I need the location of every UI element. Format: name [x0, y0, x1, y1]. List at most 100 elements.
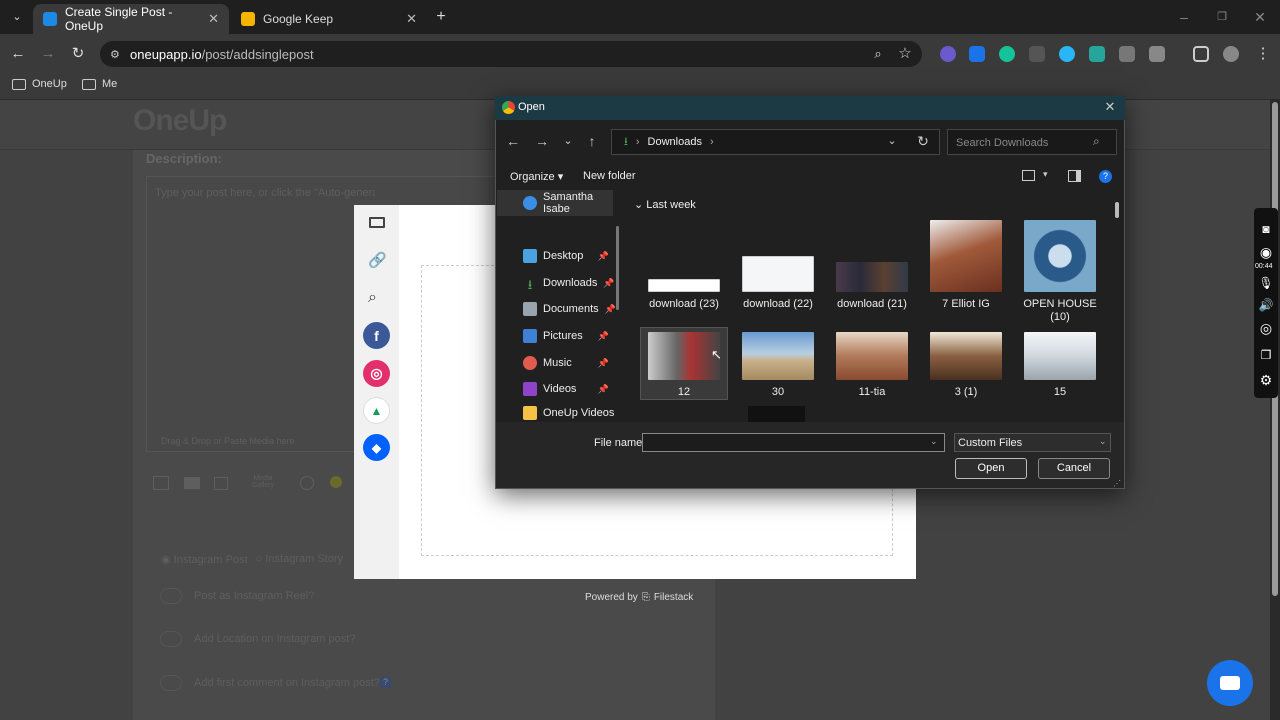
ig-post-option[interactable]: ◉ Instagram Post	[161, 553, 248, 566]
resize-grip-icon[interactable]: ⋰	[1113, 479, 1121, 488]
file-thumbnail-partial[interactable]	[748, 406, 805, 422]
camera-icon[interactable]: ◙	[1256, 222, 1276, 242]
group-header-last-week[interactable]: ⌄ Last week	[634, 198, 696, 211]
dialog-back-icon[interactable]: ←	[503, 131, 523, 151]
menu-icon[interactable]: ⋮	[1253, 44, 1273, 64]
ig-story-option[interactable]: ○ Instagram Story	[256, 553, 343, 566]
file-name-input[interactable]	[642, 433, 945, 452]
speaker-icon[interactable]: 🔊	[1256, 298, 1276, 318]
extension-icon[interactable]	[1059, 46, 1075, 62]
file-item[interactable]: 12	[640, 332, 728, 399]
file-item[interactable]: download (22)	[734, 220, 822, 311]
image-icon[interactable]	[153, 476, 169, 490]
side-panel-icon[interactable]	[1193, 46, 1209, 62]
file-item[interactable]: download (21)	[828, 220, 916, 311]
tab-create-single-post[interactable]: Create Single Post - OneUp ✕	[33, 4, 229, 34]
file-thumbnail	[1024, 220, 1096, 292]
emoji-icon[interactable]	[300, 476, 314, 490]
facebook-icon[interactable]: f	[363, 322, 390, 349]
extension-icon[interactable]	[969, 46, 985, 62]
new-folder-button[interactable]: New folder	[583, 170, 636, 182]
nav-item-desktop[interactable]: Desktop 📌	[497, 243, 621, 269]
screens-icon[interactable]: ❐	[1256, 348, 1276, 368]
close-tab-icon[interactable]: ✕	[406, 11, 417, 27]
dialog-forward-icon[interactable]: →	[532, 131, 552, 151]
file-name-dropdown-icon[interactable]: ⌄	[930, 436, 938, 447]
maximize-icon[interactable]: ❐	[1212, 7, 1232, 27]
breadcrumb-downloads[interactable]: Downloads	[648, 136, 702, 148]
search-downloads-input[interactable]: Search Downloads	[947, 129, 1117, 155]
nav-item-onedrive[interactable]: Samantha Isabe	[497, 190, 613, 216]
help-icon[interactable]: ?	[1099, 170, 1112, 183]
organize-menu[interactable]: Organize ▾	[510, 170, 563, 183]
record-icon[interactable]: ◉	[1256, 244, 1276, 264]
bookmark-oneup[interactable]: OneUp	[12, 78, 67, 90]
new-tab-icon[interactable]: +	[431, 7, 451, 27]
extensions-puzzle-icon[interactable]	[1149, 46, 1165, 62]
file-item[interactable]: 7 Elliot IG	[922, 220, 1010, 311]
first-comment-toggle[interactable]	[160, 675, 182, 691]
extension-icon[interactable]	[940, 46, 956, 62]
file-item[interactable]: 3 (1)	[922, 332, 1010, 399]
back-icon[interactable]: ←	[8, 44, 28, 64]
cancel-button[interactable]: Cancel	[1038, 458, 1110, 479]
close-window-icon[interactable]: ✕	[1250, 7, 1270, 27]
view-options-icon[interactable]	[1022, 170, 1035, 181]
forward-icon[interactable]: →	[38, 44, 58, 64]
grammarly-icon[interactable]	[999, 46, 1015, 62]
nav-item-oneup-videos[interactable]: OneUp Videos	[497, 403, 621, 422]
microphone-icon[interactable]: 🎙	[1256, 276, 1276, 296]
zoom-icon[interactable]: ⌕	[868, 44, 888, 64]
up-folder-icon[interactable]: ↑	[582, 131, 602, 151]
ai-icon[interactable]	[330, 476, 342, 488]
extension-icon[interactable]	[1089, 46, 1105, 62]
reel-toggle[interactable]	[160, 588, 182, 604]
help-icon[interactable]: ?	[379, 676, 392, 689]
recent-locations-icon[interactable]: ⌄	[558, 131, 578, 151]
dialog-close-icon[interactable]: ✕	[1100, 97, 1120, 117]
my-device-icon[interactable]	[369, 217, 385, 228]
extension-icon[interactable]	[1029, 46, 1045, 62]
site-info-icon[interactable]: ⚙	[110, 48, 120, 61]
file-item[interactable]: 15	[1016, 332, 1104, 399]
instagram-type-radio[interactable]: ◉ Instagram Post ○ Instagram Story	[161, 553, 343, 566]
nav-item-pictures[interactable]: Pictures 📌	[497, 323, 621, 349]
preview-pane-icon[interactable]	[1068, 170, 1081, 182]
webcam-icon[interactable]: ◎	[1256, 320, 1276, 340]
path-dropdown-icon[interactable]: ⌄	[882, 131, 902, 151]
video-icon[interactable]	[184, 477, 200, 489]
instagram-icon[interactable]: ◎	[363, 360, 390, 387]
nav-item-documents[interactable]: Documents 📌	[497, 296, 621, 322]
files-scrollbar-thumb[interactable]	[1115, 202, 1119, 218]
file-item[interactable]: 30	[734, 332, 822, 399]
file-type-select[interactable]: Custom Files	[954, 433, 1111, 452]
media-gallery[interactable]: Media Gallery	[248, 475, 278, 489]
nav-item-music[interactable]: Music 📌	[497, 350, 621, 376]
chat-button[interactable]	[1207, 660, 1253, 706]
settings-gear-icon[interactable]: ⚙	[1256, 372, 1276, 392]
file-item[interactable]: OPEN HOUSE (10)	[1016, 220, 1104, 324]
extension-icon[interactable]	[1119, 46, 1135, 62]
tab-search-icon[interactable]: ⌄	[7, 7, 27, 27]
close-tab-icon[interactable]: ✕	[208, 11, 219, 27]
refresh-icon[interactable]: ↻	[913, 131, 933, 151]
google-drive-icon[interactable]: ▲	[363, 397, 390, 424]
bookmark-me[interactable]: Me	[82, 78, 117, 90]
tab-google-keep[interactable]: Google Keep ✕	[231, 4, 427, 34]
reload-icon[interactable]: ↻	[68, 44, 88, 64]
location-toggle[interactable]	[160, 631, 182, 647]
file-item[interactable]: download (23)	[640, 220, 728, 311]
link-icon[interactable]: 🔗	[368, 251, 387, 269]
bookmark-star-icon[interactable]: ☆	[895, 44, 915, 64]
dropbox-icon[interactable]: ◆	[363, 434, 390, 461]
view-dropdown-icon[interactable]: ▾	[1043, 169, 1048, 180]
nav-item-videos[interactable]: Videos 📌	[497, 376, 621, 402]
profile-icon[interactable]	[1223, 46, 1239, 62]
gif-icon[interactable]	[214, 477, 228, 490]
image-search-icon[interactable]: ⌕	[368, 289, 377, 307]
minimize-icon[interactable]: –	[1174, 7, 1194, 27]
nav-item-downloads[interactable]: ⭳ Downloads 📌	[497, 270, 621, 296]
open-button[interactable]: Open	[955, 458, 1027, 479]
file-item[interactable]: 11-tia	[828, 332, 916, 399]
address-bar[interactable]: oneupapp.io/post/addsinglepost	[100, 41, 922, 67]
